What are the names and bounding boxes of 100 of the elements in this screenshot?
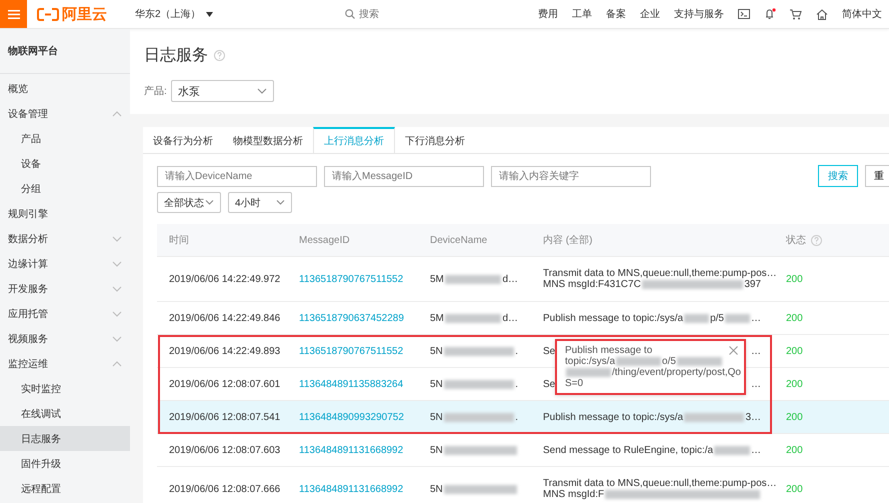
sidebar-item[interactable]: 视频服务 bbox=[0, 326, 130, 351]
dropdown[interactable]: 4小时 bbox=[228, 192, 292, 213]
search-field[interactable]: 搜索 bbox=[359, 8, 419, 20]
sidebar-item[interactable]: 设备管理 bbox=[0, 101, 130, 126]
text-fragment: … bbox=[751, 312, 762, 324]
sidebar-item[interactable]: 规则引擎 bbox=[0, 201, 130, 226]
blurred-redaction bbox=[725, 314, 750, 322]
dropdown[interactable]: 全部状态 bbox=[157, 192, 221, 213]
column-header: 时间 bbox=[169, 235, 189, 246]
blurred-redaction bbox=[566, 368, 611, 377]
text-fragment: 5M bbox=[430, 312, 444, 324]
blurred-redaction bbox=[684, 412, 744, 422]
text-fragment: . bbox=[515, 378, 518, 390]
region-selector[interactable]: 华东2（上海） bbox=[135, 7, 201, 21]
chevron-down-icon bbox=[112, 310, 122, 316]
blurred-redaction bbox=[444, 346, 514, 356]
text-fragment: topic:/sys/a bbox=[565, 356, 616, 367]
text-fragment: … bbox=[751, 378, 761, 390]
sidebar-item[interactable]: 产品 bbox=[0, 126, 130, 151]
text-fragment: p/5 bbox=[710, 312, 724, 324]
blurred-redaction bbox=[444, 412, 514, 422]
input-field[interactable]: 请输入DeviceName bbox=[157, 166, 317, 186]
sidebar-item[interactable]: 概览 bbox=[0, 76, 130, 101]
close-icon[interactable] bbox=[729, 346, 738, 355]
bell-icon[interactable] bbox=[764, 8, 776, 20]
text-fragment: Transmit data to MNS,queue:null,theme:pump-pos… bbox=[543, 268, 777, 279]
status-code: 200 bbox=[786, 346, 803, 356]
column-header: 内容 (全部) bbox=[543, 235, 592, 246]
language-selector[interactable]: 简体中文 bbox=[835, 7, 889, 21]
text-fragment: d… bbox=[502, 274, 518, 284]
top-nav-link[interactable]: 企业 bbox=[633, 7, 667, 21]
text-fragment: d… bbox=[502, 312, 518, 324]
text-fragment: 397 bbox=[744, 279, 761, 290]
top-nav-link[interactable]: 工单 bbox=[565, 7, 599, 21]
sidebar-item[interactable]: 分组 bbox=[0, 176, 130, 201]
table-row[interactable]: 2019/06/06 12:08:07.603 1136484891131668992 5N Send message to RuleEngine, topic:/a … 200 bbox=[157, 434, 889, 467]
table-cell: 2019/06/06 12:08:07.601 bbox=[169, 378, 280, 390]
table-row[interactable]: 2019/06/06 12:08:07.541 1136484890993290752 5N . Publish message to topic:/sys/a 3… 200 bbox=[157, 401, 889, 434]
text-fragment: 5M bbox=[430, 274, 444, 284]
text-fragment: … bbox=[751, 444, 761, 456]
text-fragment: Publish message to topic:/sys/a bbox=[543, 312, 684, 324]
blurred-redaction bbox=[616, 357, 662, 366]
sidebar-item[interactable]: 固件升级 bbox=[0, 451, 130, 476]
top-nav-link[interactable]: 费用 bbox=[531, 7, 565, 21]
sidebar-item[interactable]: 监控运维 bbox=[0, 351, 130, 376]
sidebar-item[interactable]: 应用托管 bbox=[0, 301, 130, 326]
sidebar-item[interactable]: 数据分析 bbox=[0, 226, 130, 251]
input-field[interactable]: 请输入内容关键字 bbox=[491, 166, 651, 186]
text-fragment: S=0 bbox=[565, 378, 584, 389]
text-fragment: 5N bbox=[430, 484, 443, 494]
text-fragment: Se bbox=[543, 346, 556, 356]
sidebar-item[interactable]: 远程配置 bbox=[0, 476, 130, 501]
blurred-redaction bbox=[684, 314, 710, 322]
chevron-down-icon bbox=[112, 236, 122, 242]
terminal-icon[interactable] bbox=[738, 9, 750, 19]
text-fragment: Send message to RuleEngine, topic:/a bbox=[543, 444, 714, 456]
chevron-down-icon bbox=[205, 200, 214, 205]
top-nav-link[interactable]: 备案 bbox=[599, 7, 633, 21]
text-fragment: Publish message to bbox=[565, 345, 652, 356]
sidebar-item[interactable]: 实时监控 bbox=[0, 376, 130, 401]
table-row[interactable]: 2019/06/06 12:08:07.666 1136484891131668992 5N Transmit data to MNS,queue:null,theme:pump-pos… MNS msgId:F 200 bbox=[157, 467, 889, 503]
logo-text: 阿里云 bbox=[62, 4, 107, 24]
page-title: 日志服务 bbox=[144, 46, 208, 66]
table-row[interactable]: 2019/06/06 14:22:49.972 1136518790767511552 5M d… Transmit data to MNS,queue:null,theme:pump-pos… MNS msgId:F431C7C 397 200 bbox=[157, 257, 889, 302]
caret-icon[interactable] bbox=[206, 12, 213, 16]
text-fragment: . bbox=[515, 346, 518, 356]
text-fragment: … bbox=[751, 346, 761, 356]
text-fragment: 5N bbox=[430, 444, 443, 456]
sidebar-item[interactable]: 设备 bbox=[0, 151, 130, 176]
chevron-down-icon bbox=[256, 88, 267, 94]
search-icon[interactable] bbox=[345, 9, 355, 19]
table-cell: 2019/06/06 12:08:07.541 bbox=[169, 412, 280, 422]
sidebar-item[interactable]: 开发服务 bbox=[0, 276, 130, 301]
column-header: MessageID bbox=[299, 234, 350, 246]
sidebar-item[interactable]: 在线调试 bbox=[0, 401, 130, 426]
status-code: 200 bbox=[786, 484, 803, 494]
status-code: 200 bbox=[786, 444, 803, 456]
text-fragment: Transmit data to MNS,queue:null,theme:pump-pos… bbox=[543, 478, 777, 489]
chevron-down-icon bbox=[112, 336, 122, 342]
chevron-down-icon bbox=[112, 260, 122, 266]
home-icon[interactable] bbox=[816, 8, 828, 20]
field-label: 产品: bbox=[144, 84, 167, 98]
table-row[interactable]: 2019/06/06 14:22:49.846 1136518790637452289 5M d… Publish message to topic:/sys/a p/5 … 200 bbox=[157, 302, 889, 335]
cart-icon[interactable] bbox=[790, 8, 802, 20]
sidebar-item[interactable]: 边缘计算 bbox=[0, 251, 130, 276]
menu-button[interactable] bbox=[0, 0, 27, 28]
text-fragment: 3… bbox=[745, 412, 761, 422]
logo-icon bbox=[37, 8, 59, 20]
column-header: DeviceName bbox=[430, 234, 488, 246]
top-nav-link[interactable]: 支持与服务 bbox=[667, 7, 731, 21]
reset-button[interactable]: 重 bbox=[865, 165, 889, 187]
product-select[interactable]: 水泵 bbox=[170, 80, 274, 102]
table-cell: 2019/06/06 12:08:07.666 bbox=[169, 484, 280, 494]
table-cell: 2019/06/06 14:22:49.893 bbox=[169, 346, 280, 356]
sidebar-item[interactable]: 日志服务 bbox=[0, 426, 130, 451]
input-field[interactable]: 请输入MessageID bbox=[324, 166, 484, 186]
text-fragment: Publish message to topic:/sys/a bbox=[543, 412, 684, 422]
blurred-redaction bbox=[714, 446, 750, 454]
status-code: 200 bbox=[786, 412, 803, 422]
chevron-down-icon bbox=[112, 286, 122, 292]
